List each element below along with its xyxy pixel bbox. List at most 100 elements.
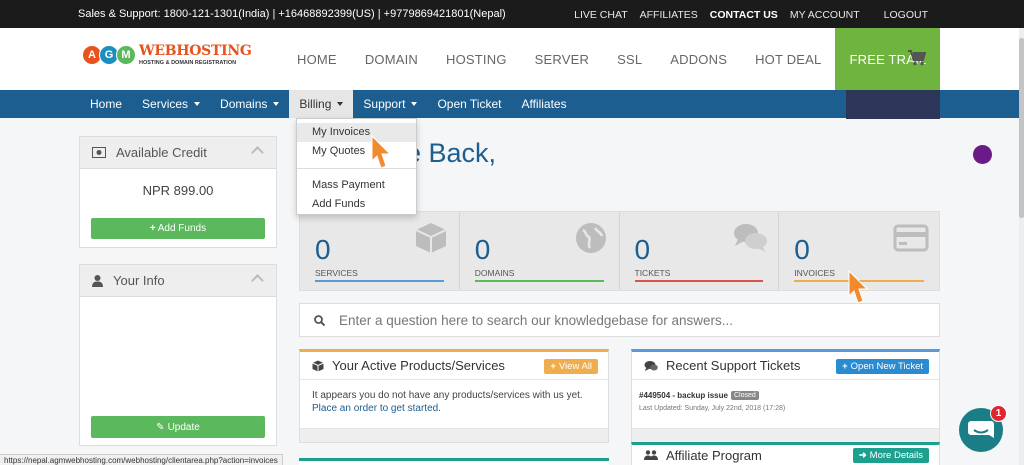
chat-unread-badge: 1 (990, 405, 1007, 422)
cube-icon (415, 223, 447, 253)
caret-down-icon (337, 102, 344, 106)
stat-tile-tickets[interactable]: 0 TICKETS (620, 212, 780, 290)
more-details-label: More Details (869, 450, 923, 461)
add-funds-label: Add Funds (157, 223, 207, 234)
logo-brand-name: WEBHOSTING (139, 43, 252, 59)
menu-item-my-invoices[interactable]: My Invoices (297, 123, 416, 142)
my-account-link[interactable]: MY ACCOUNT (790, 9, 860, 21)
available-credit-header[interactable]: Available Credit (80, 137, 276, 169)
nav-domain[interactable]: DOMAIN (351, 28, 432, 90)
stat-tickets-count: 0 (634, 234, 651, 265)
affiliate-program-header: Affiliate Program ➜ More Details (632, 445, 939, 465)
your-info-header[interactable]: Your Info (80, 265, 276, 297)
menu-item-my-quotes[interactable]: My Quotes (297, 142, 416, 161)
stat-services-count: 0 (315, 234, 331, 265)
nav-home[interactable]: HOME (283, 28, 351, 90)
active-products-header: Your Active Products/Services + View All (300, 352, 608, 380)
chevron-up-icon[interactable] (251, 274, 264, 287)
user-icon (92, 274, 103, 287)
view-all-label: View All (558, 361, 592, 372)
top-bar: Sales & Support: 1800-121-1301(India) | … (0, 0, 1024, 28)
client-nav-domains-label: Domains (220, 97, 268, 111)
stats-tiles: 0 SERVICES 0 DOMAINS 0 TICKETS 0 INVOICE… (299, 211, 940, 291)
client-nav-home[interactable]: Home (80, 90, 132, 118)
client-nav-billing[interactable]: Billing (289, 90, 354, 118)
recent-tickets-footer (632, 428, 939, 442)
plus-icon: + (550, 361, 556, 372)
browser-status-bar: https://nepal.agmwebhosting.com/webhosti… (0, 454, 283, 465)
client-nav-open-ticket[interactable]: Open Ticket (427, 90, 511, 118)
cube-icon (312, 360, 324, 371)
menu-item-mass-payment[interactable]: Mass Payment (297, 176, 416, 195)
floating-dot-widget[interactable] (973, 145, 992, 164)
comments-icon (644, 360, 658, 371)
stat-tile-domains[interactable]: 0 DOMAINS (460, 212, 620, 290)
nav-hot-deal[interactable]: HOT DEAL (741, 28, 835, 90)
live-chat-link[interactable]: LIVE CHAT (574, 9, 627, 21)
logo-tagline: HOSTING & DOMAIN REGISTRATION (139, 60, 237, 66)
top-links: LIVE CHAT AFFILIATES CONTACT US MY ACCOU… (574, 9, 928, 21)
stat-domains-label: DOMAINS (474, 268, 515, 278)
stat-tile-services[interactable]: 0 SERVICES (300, 212, 460, 290)
pencil-icon: ✎ (156, 421, 165, 433)
kb-search-placeholder: Enter a question here to search our know… (339, 312, 733, 328)
add-funds-button[interactable]: + Add Funds (91, 218, 265, 239)
recent-tickets-title: Recent Support Tickets (666, 358, 801, 373)
stat-domains-count: 0 (474, 234, 491, 265)
nav-server[interactable]: SERVER (521, 28, 603, 90)
nav-account-box[interactable] (846, 90, 940, 119)
ticket-list-item[interactable]: #449504 - backup issue Closed Last Update… (639, 385, 785, 412)
ticket-reference: #449504 - backup issue (639, 391, 728, 400)
client-nav-domains[interactable]: Domains (210, 90, 289, 118)
kb-search-input[interactable]: Enter a question here to search our know… (299, 303, 940, 337)
client-nav-services-label: Services (142, 97, 189, 111)
caret-down-icon (194, 102, 201, 106)
client-nav-support[interactable]: Support (353, 90, 427, 118)
open-new-ticket-button[interactable]: + Open New Ticket (836, 359, 929, 374)
more-details-button[interactable]: ➜ More Details (852, 448, 929, 463)
logo-letter-m: M (116, 44, 136, 65)
client-nav-home-label: Home (90, 97, 123, 111)
update-label: Update (167, 421, 200, 433)
contact-us-link[interactable]: CONTACT US (710, 9, 778, 21)
recent-tickets-header: Recent Support Tickets + Open New Ticket (632, 352, 939, 380)
affiliates-link[interactable]: AFFILIATES (640, 9, 698, 21)
cart-icon[interactable] (908, 50, 926, 66)
ticket-status-badge: Closed (730, 391, 759, 400)
active-products-footer (300, 428, 608, 442)
main-nav: HOME DOMAIN HOSTING SERVER SSL ADDONS HO… (283, 28, 941, 90)
client-nav-support-label: Support (363, 97, 406, 111)
client-nav-affiliates[interactable]: Affiliates (511, 90, 576, 118)
caret-down-icon (411, 102, 418, 106)
stat-domains-bar (474, 280, 604, 282)
page-scrollbar[interactable] (1019, 28, 1024, 465)
pointer-cursor-icon (371, 135, 392, 169)
view-all-button[interactable]: + View All (544, 359, 598, 374)
active-products-title: Your Active Products/Services (332, 358, 505, 373)
no-products-message: It appears you do not have any products/… (312, 390, 583, 401)
site-header: A G M WEBHOSTING HOSTING & DOMAIN REGIST… (0, 28, 1024, 90)
users-icon (644, 449, 658, 460)
update-button[interactable]: ✎ Update (91, 416, 265, 438)
credit-balance: NPR 899.00 (142, 183, 214, 198)
search-icon (314, 314, 325, 326)
client-nav-affiliates-label: Affiliates (521, 97, 567, 111)
site-logo[interactable]: A G M WEBHOSTING HOSTING & DOMAIN REGIST… (82, 43, 252, 67)
stat-tickets-label: TICKETS (634, 268, 671, 278)
client-nav-services[interactable]: Services (132, 90, 210, 118)
place-order-link[interactable]: Place an order to get started. (312, 403, 441, 414)
arrow-right-icon: ➜ (858, 450, 867, 461)
chevron-up-icon[interactable] (251, 146, 264, 159)
nav-addons[interactable]: ADDONS (656, 28, 741, 90)
menu-item-add-funds[interactable]: Add Funds (297, 195, 416, 214)
plus-icon: + (149, 223, 156, 234)
client-nav-open-ticket-label: Open Ticket (437, 97, 502, 111)
open-new-ticket-label: Open New Ticket (850, 361, 923, 372)
nav-ssl[interactable]: SSL (603, 28, 656, 90)
welcome-heading: e Back, (406, 138, 497, 168)
scrollbar-thumb[interactable] (1019, 38, 1024, 218)
menu-divider (297, 168, 416, 169)
nav-hosting[interactable]: HOSTING (432, 28, 521, 90)
plus-icon: + (842, 361, 848, 372)
logout-link[interactable]: LOGOUT (884, 9, 928, 21)
